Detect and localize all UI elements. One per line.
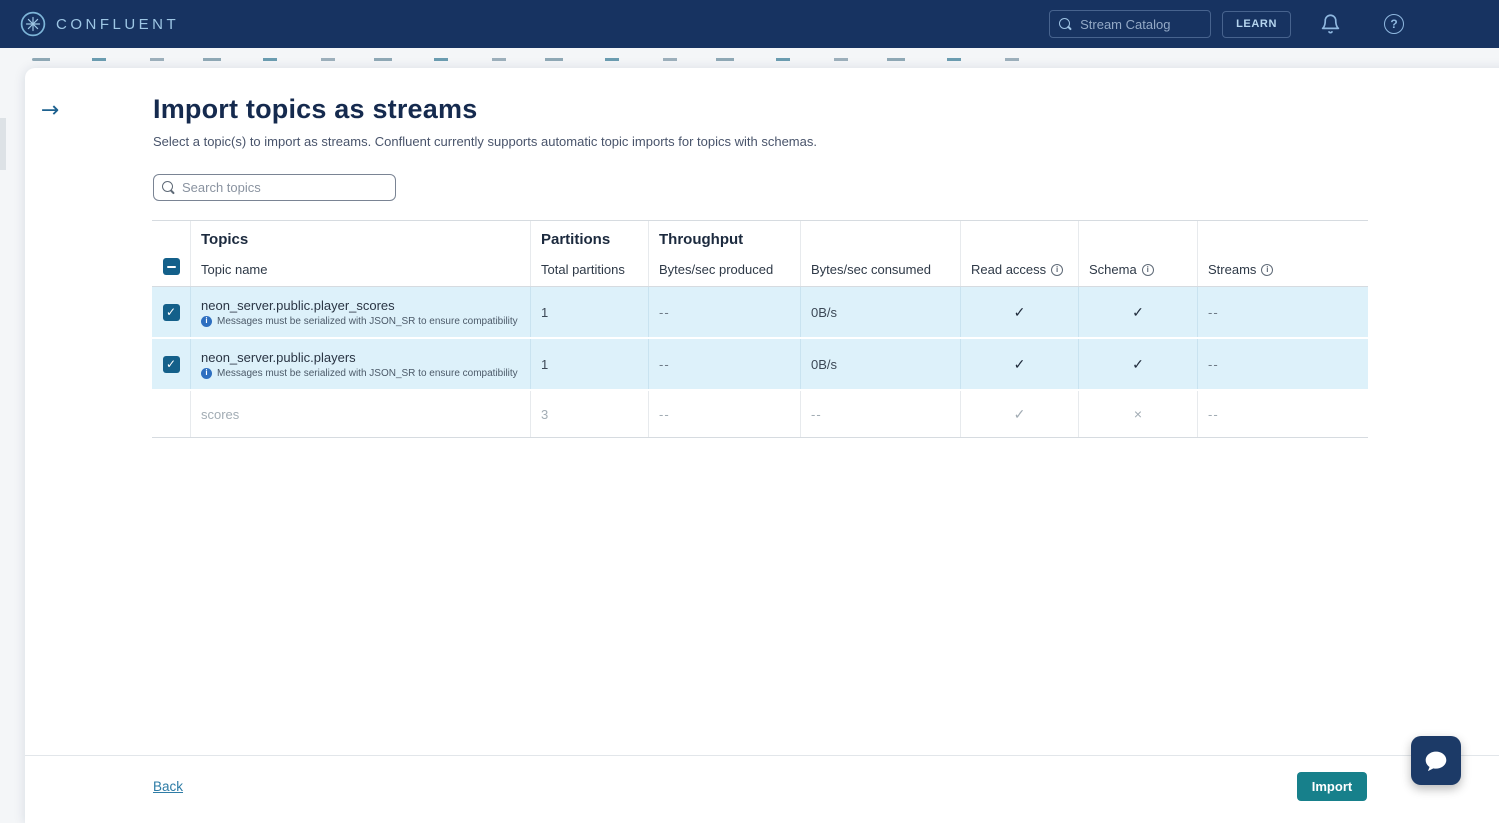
cell-schema-cross: × — [1078, 391, 1197, 437]
cell-read-access-check: ✓ — [960, 287, 1078, 337]
import-button[interactable]: Import — [1297, 772, 1367, 801]
page-edge — [0, 118, 6, 170]
cell-bytes-consumed: 0B/s — [800, 339, 960, 389]
group-throughput: Throughput — [659, 231, 790, 249]
subheader-bytes-consumed: Bytes/sec consumed — [811, 262, 950, 277]
column-topic-name: Topics Topic name — [190, 221, 530, 286]
read-access-info-icon[interactable] — [1051, 264, 1063, 276]
page-subtitle: Select a topic(s) to import as streams. … — [153, 134, 817, 149]
info-icon — [201, 368, 212, 379]
topic-name: neon_server.public.player_scores — [201, 298, 395, 313]
column-schema: Schema — [1078, 221, 1197, 286]
header-checkbox-cell — [152, 221, 190, 286]
cell-read-access-check: ✓ — [960, 339, 1078, 389]
subheader-schema: Schema — [1089, 262, 1137, 277]
learn-button[interactable]: LEARN — [1222, 11, 1291, 38]
notifications-bell-icon[interactable] — [1320, 13, 1341, 35]
page-header: Import topics as streams Select a topic(… — [153, 94, 817, 149]
back-link[interactable]: Back — [153, 779, 183, 794]
table-row[interactable]: neon_server.public.player_scores Message… — [152, 287, 1368, 337]
table-header: Topics Topic name Partitions Total parti… — [152, 220, 1368, 287]
select-all-checkbox[interactable] — [163, 258, 180, 275]
column-read-access: Read access — [960, 221, 1078, 286]
group-partitions: Partitions — [541, 231, 638, 249]
stream-catalog-search[interactable] — [1049, 10, 1211, 38]
search-icon — [162, 181, 175, 194]
topic-name: scores — [201, 407, 239, 422]
cell-schema-check: ✓ — [1078, 339, 1197, 389]
breadcrumb — [32, 58, 1037, 61]
cell-read-access-check: ✓ — [960, 391, 1078, 437]
info-icon — [201, 316, 212, 327]
cell-bytes-consumed: -- — [800, 391, 960, 437]
subheader-streams: Streams — [1208, 262, 1256, 277]
column-bytes-produced: Throughput Bytes/sec produced — [648, 221, 800, 286]
topic-note: Messages must be serialized with JSON_SR… — [201, 316, 518, 327]
cell-streams: -- — [1197, 339, 1368, 389]
subheader-topic-name: Topic name — [201, 262, 520, 277]
import-topics-panel: Import topics as streams Select a topic(… — [25, 68, 1499, 823]
collapse-panel-arrow-icon[interactable] — [33, 96, 67, 124]
group-topics: Topics — [201, 231, 520, 249]
cell-total-partitions: 1 — [530, 287, 648, 337]
hamburger-menu-icon[interactable] — [1447, 15, 1473, 32]
topic-search-box[interactable] — [153, 174, 396, 201]
chat-widget-button[interactable] — [1411, 736, 1461, 785]
cell-schema-check: ✓ — [1078, 287, 1197, 337]
cell-streams: -- — [1197, 287, 1368, 337]
topic-search-input[interactable] — [182, 180, 377, 195]
column-bytes-consumed: Bytes/sec consumed — [800, 221, 960, 286]
subheader-read-access: Read access — [971, 262, 1046, 277]
confluent-logo[interactable]: CONFLUENT — [20, 11, 179, 37]
schema-info-icon[interactable] — [1142, 264, 1154, 276]
topic-note: Messages must be serialized with JSON_SR… — [201, 368, 518, 379]
brand-name: CONFLUENT — [56, 16, 179, 33]
top-navbar: CONFLUENT LEARN — [0, 0, 1499, 48]
page-title: Import topics as streams — [153, 94, 817, 125]
column-total-partitions: Partitions Total partitions — [530, 221, 648, 286]
cell-streams: -- — [1197, 391, 1368, 437]
confluent-logo-icon — [20, 11, 46, 37]
footer-divider — [25, 755, 1499, 756]
help-icon[interactable] — [1384, 14, 1404, 34]
subheader-total-partitions: Total partitions — [541, 262, 638, 277]
stream-catalog-input[interactable] — [1080, 17, 1195, 32]
chat-bubble-icon — [1421, 746, 1451, 776]
cell-bytes-produced: -- — [648, 391, 800, 437]
table-row-disabled: scores 3 -- -- ✓ × -- — [152, 391, 1368, 438]
topics-table: Topics Topic name Partitions Total parti… — [152, 220, 1368, 438]
cell-bytes-produced: -- — [648, 339, 800, 389]
cell-bytes-produced: -- — [648, 287, 800, 337]
row-checkbox[interactable] — [163, 304, 180, 321]
topic-name: neon_server.public.players — [201, 350, 356, 365]
column-streams: Streams — [1197, 221, 1368, 286]
row-checkbox[interactable] — [163, 356, 180, 373]
subheader-bytes-produced: Bytes/sec produced — [659, 262, 790, 277]
cell-total-partitions: 1 — [530, 339, 648, 389]
cell-bytes-consumed: 0B/s — [800, 287, 960, 337]
streams-info-icon[interactable] — [1261, 264, 1273, 276]
table-row[interactable]: neon_server.public.players Messages must… — [152, 339, 1368, 389]
cell-total-partitions: 3 — [530, 391, 648, 437]
search-icon — [1059, 18, 1072, 31]
navbar-actions: LEARN — [1049, 10, 1479, 38]
